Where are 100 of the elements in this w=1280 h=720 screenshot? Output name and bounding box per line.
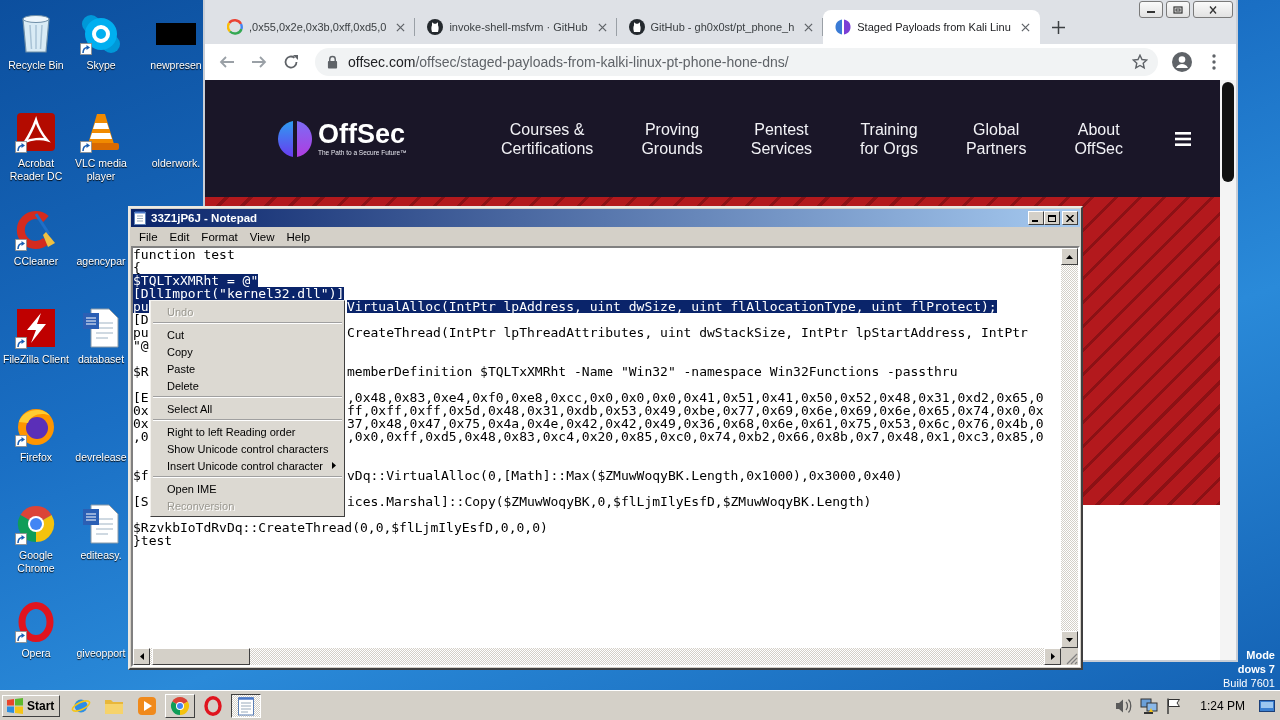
close-icon [1066,214,1074,222]
nav-link[interactable]: Courses & Certifications [500,119,594,158]
scroll-up-button[interactable] [1061,248,1078,265]
restore-icon [1173,5,1183,14]
lock-icon [327,55,338,69]
desktop-icon-label[interactable]: databaset [77,353,125,366]
context-menu-item[interactable]: Cut [151,326,344,343]
start-button[interactable]: Start [2,694,61,717]
code-line: $R [133,365,149,378]
right-arrow-icon [1050,653,1055,660]
plus-icon [1052,20,1066,34]
text-area[interactable] [133,248,1061,648]
menu-item[interactable]: Format [195,230,244,243]
menu-item[interactable]: View [243,230,281,243]
lightning-tile-icon[interactable] [16,308,56,348]
nav-link[interactable]: Training for Orgs [860,119,918,158]
left-arrow-icon [139,653,144,660]
desktop-icon-label[interactable]: Opera [21,647,51,660]
context-menu-item[interactable]: Insert Unicode control character [151,457,344,474]
nav-link[interactable]: About OffSec [1074,119,1123,158]
context-menu-item[interactable]: Delete [151,377,344,394]
close-icon[interactable] [396,22,406,32]
window-title: 33Z1jP6J - Notepad [151,212,258,224]
file-thumbnail-icon[interactable] [156,23,196,45]
nav-link[interactable]: Global Partners [965,119,1027,158]
ring-icon[interactable] [16,602,56,642]
context-menu-item[interactable]: Show Unicode control characters [151,440,344,457]
desktop-icon-label[interactable]: Skype [86,59,116,72]
nav-link[interactable]: Proving Grounds [641,119,703,158]
context-menu-item[interactable]: Open IME [151,480,344,497]
desktop-icon-label[interactable]: Google Chrome [0,549,72,575]
menu-item[interactable]: File [133,230,164,243]
address-field[interactable]: offsec.com/offsec/staged-payloads-from-kalki-linux-pt-phone-hone-dns/ [315,48,1158,76]
scrollbar-thumb[interactable] [1222,82,1234,182]
context-menu-item[interactable]: Right to left Reading order [151,423,344,440]
desktop-icon-label[interactable]: devrelease [75,451,127,464]
code-line: [S [133,495,149,508]
desktop-icon-label[interactable]: olderwork. [151,157,201,170]
reload-icon [283,54,299,70]
maximize-icon [1048,214,1056,222]
desktop-icon-label[interactable]: agencypar [76,255,126,268]
code-line: $RzvkbIoTdRvDq::CreateThread(0,0,$flLjmIlyEsfD,0,0,0) [133,521,548,534]
os-build-text: Mode [1246,648,1275,662]
scroll-down-button[interactable] [1061,631,1078,648]
menu-item[interactable]: Help [280,230,317,243]
code-line: }test [133,534,173,547]
logo-mark-icon[interactable] [278,120,312,157]
desktop-icon-label[interactable]: newpresen [150,59,202,72]
context-menu-item[interactable]: Paste [151,360,344,377]
ring-icon [203,695,224,716]
segmented-circle-icon[interactable] [16,504,56,544]
maximize-button[interactable] [1044,211,1060,225]
desktop-icon-label[interactable]: VLC media player [74,157,128,183]
speaker-icon[interactable] [1115,697,1134,714]
document-icon[interactable] [81,504,121,544]
split-oval-icon [835,19,852,35]
menu-button[interactable] [1173,129,1193,148]
desktop-icon-label[interactable]: editeasy. [80,549,122,562]
desktop-icon-label[interactable]: Recycle Bin [8,59,64,72]
star-icon[interactable] [1132,54,1148,70]
fox-globe-icon[interactable] [16,406,56,446]
network-icon[interactable] [1140,697,1159,714]
desktop-icon-label[interactable]: Acrobat Reader DC [0,157,72,183]
browser-tab[interactable]: Staged Payloads from Kali Linu [823,10,1040,44]
scroll-left-button[interactable] [133,648,150,665]
desktop-icon [1259,699,1275,712]
ribbon-tile-icon[interactable] [16,112,56,152]
cat-silhouette-icon [628,19,645,35]
back-arrow-icon [219,54,235,70]
close-icon[interactable] [804,22,814,32]
close-icon[interactable] [597,22,607,32]
code-line: function test [133,248,235,261]
play-icon [137,695,158,716]
code-line: vDq::VirtualAlloc(0,[Math]::Max($ZMuwWoqyBK.Length,0x1000),0x3000,0x40) [347,469,903,482]
taskbar-app-button[interactable] [231,693,262,718]
brush-icon[interactable] [16,210,56,250]
menu-item[interactable]: Edit [163,230,196,243]
resize-grip-icon[interactable] [1066,653,1078,665]
scrollbar-thumb[interactable] [152,648,250,665]
code-line: ,0x48,0x83,0xe4,0xf0,0xe8,0xcc,0x0,0x0,0x0,0x41,0x51,0x41,0x50,0x52,0x48,0x31,0xd2,0x65,0 [347,391,1044,404]
nav-link[interactable]: Pentest Services [750,119,813,158]
close-icon[interactable] [1020,22,1030,32]
code-line: 0x [133,417,149,430]
minimize-button[interactable] [1139,1,1163,18]
desktop-icon-label[interactable]: Firefox [19,451,53,464]
context-menu-item[interactable]: Copy [151,343,344,360]
desktop-icon-label[interactable]: giveopport [76,647,126,660]
cloud-ring-icon[interactable] [81,14,121,54]
site-logo-text[interactable]: OffSec [318,120,407,148]
context-menu-item[interactable]: Select All [151,400,344,417]
restore-button[interactable] [1166,1,1190,18]
code-line: CreateThread(IntPtr lpThreadAttributes, uint dwStackSize, IntPtr lpStartAddress, IntPtr [347,326,1028,339]
desktop-icon-label[interactable]: CCleaner [13,255,59,268]
close-button[interactable] [1193,1,1233,18]
menu-icon [1175,131,1191,146]
scroll-right-button[interactable] [1044,648,1061,665]
cat-silhouette-icon [427,19,444,35]
document-icon[interactable] [81,308,121,348]
desktop-icon-label[interactable]: FileZilla Client [3,353,69,366]
down-arrow-icon [1066,637,1073,642]
